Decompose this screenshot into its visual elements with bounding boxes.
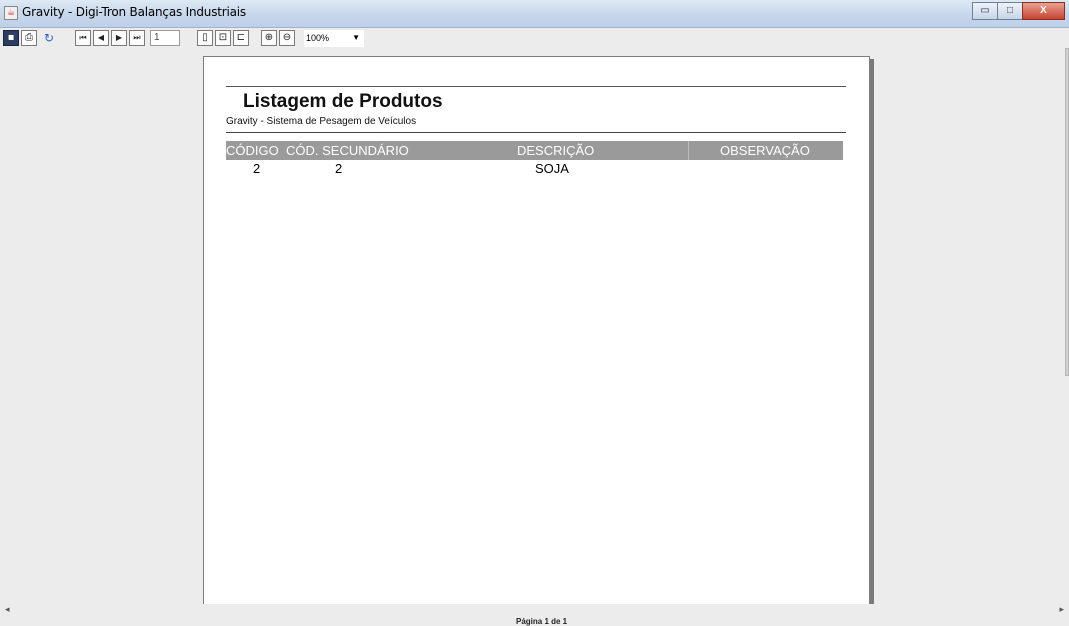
close-button[interactable]: X [1022, 2, 1065, 20]
column-codigo: CÓDIGO [226, 143, 279, 158]
window-controls: ▭ □ X [972, 2, 1065, 22]
table-header: CÓDIGO CÓD. SECUNDÁRIO DESCRIÇÃO OBSERVA… [226, 141, 843, 160]
print-icon[interactable]: ⎙ [21, 30, 37, 46]
first-page-icon[interactable]: ⏮ [75, 30, 91, 46]
title-bar: ☕ Gravity - Digi-Tron Balanças Industria… [0, 0, 1069, 28]
page-shadow [870, 59, 874, 604]
chevron-down-icon: ▼ [352, 33, 360, 42]
single-page-icon[interactable]: ▯ [197, 30, 213, 46]
maximize-button[interactable]: □ [997, 2, 1023, 20]
previous-page-icon[interactable]: ◀ [93, 30, 109, 46]
page-number-input[interactable]: 1 [150, 30, 180, 46]
save-icon[interactable]: ▪ [3, 30, 19, 46]
horizontal-scrollbar[interactable]: ◂ ▸ [0, 604, 1069, 617]
column-descricao: DESCRIÇÃO [517, 143, 595, 158]
fit-width-icon[interactable]: ⊡ [215, 30, 231, 46]
refresh-icon[interactable]: ↻ [41, 30, 57, 46]
zoom-value: 100% [306, 33, 330, 43]
report-title: Listagem de Produtos [243, 91, 443, 112]
vertical-scrollbar[interactable] [1063, 48, 1069, 604]
scroll-right-icon[interactable]: ▸ [1059, 604, 1064, 615]
last-page-icon[interactable]: ⏭ [129, 30, 145, 46]
header-rule [226, 86, 846, 87]
fit-page-icon[interactable]: ⊏ [233, 30, 249, 46]
column-observacao: OBSERVAÇÃO [720, 143, 810, 158]
zoom-in-icon[interactable]: ⊕ [261, 30, 277, 46]
zoom-select[interactable]: 100% ▼ [304, 30, 364, 47]
next-page-icon[interactable]: ▶ [111, 30, 127, 46]
status-bar: Página 1 de 1 [0, 617, 1069, 626]
cell-codigo: 2 [253, 161, 261, 176]
minimize-button[interactable]: ▭ [972, 2, 998, 20]
app-icon: ☕ [4, 6, 18, 20]
column-divider [688, 141, 689, 160]
subtitle-rule [226, 132, 846, 133]
zoom-out-icon[interactable]: ⊖ [279, 30, 295, 46]
column-cod-secundario: CÓD. SECUNDÁRIO [286, 143, 409, 158]
cell-descricao: SOJA [535, 161, 569, 176]
report-page: Listagem de Produtos Gravity - Sistema d… [203, 56, 870, 616]
report-toolbar: ▪ ⎙ ↻ ⏮ ◀ ▶ ⏭ 1 ▯ ⊡ ⊏ ⊕ ⊖ 100% ▼ [0, 28, 1069, 48]
page-status: Página 1 de 1 [516, 617, 568, 626]
scroll-left-icon[interactable]: ◂ [5, 604, 10, 615]
cell-cod-secundario: 2 [335, 161, 343, 176]
scroll-thumb[interactable] [1065, 48, 1069, 376]
window-title: Gravity - Digi-Tron Balanças Industriais [22, 5, 246, 19]
report-subtitle: Gravity - Sistema de Pesagem de Veículos [226, 116, 417, 127]
